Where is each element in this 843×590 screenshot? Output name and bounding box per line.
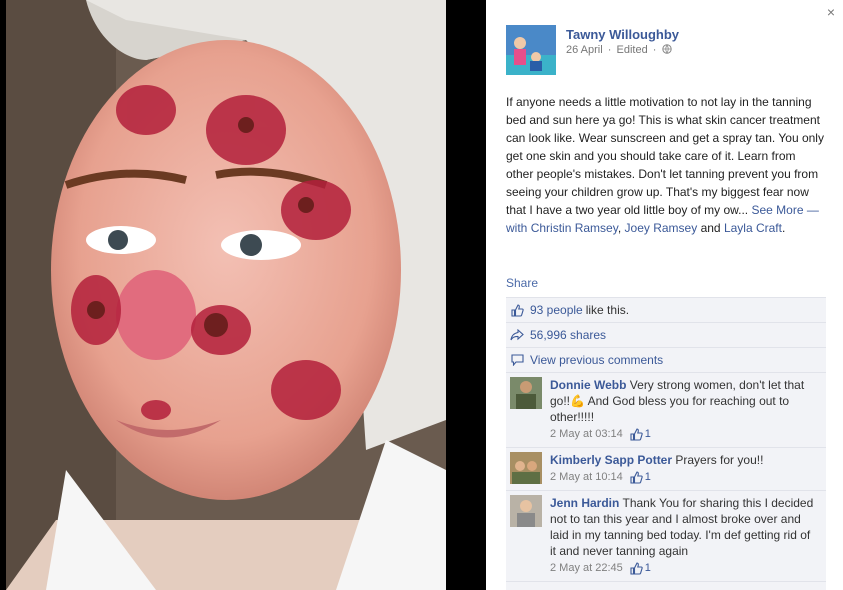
post-date[interactable]: 26 April <box>566 44 603 56</box>
likes-count[interactable]: 93 people <box>530 303 583 317</box>
post-header: Tawny Willoughby 26 April · Edited · <box>506 25 826 75</box>
comment-item: Kimberly Sapp Potter Prayers for you!! 2… <box>506 447 826 490</box>
feedback-section: 93 people like this. 56,996 shares View … <box>506 297 826 590</box>
comment-like-count: 1 <box>644 562 651 574</box>
comment-time[interactable]: 2 May at 22:45 <box>550 560 623 576</box>
thumbs-up-icon <box>630 470 643 484</box>
share-icon <box>510 328 524 342</box>
thumbs-up-icon <box>510 303 524 317</box>
shares-count[interactable]: 56,996 shares <box>530 328 606 342</box>
commenter-name[interactable]: Jenn Hardin <box>550 496 619 510</box>
view-comments-row[interactable]: View previous comments <box>506 347 826 372</box>
view-previous-comments[interactable]: View previous comments <box>530 353 663 367</box>
commenter-name[interactable]: Donnie Webb <box>550 378 626 392</box>
author-avatar[interactable] <box>506 25 556 75</box>
photo-viewer <box>0 0 486 590</box>
likes-suffix: like this. <box>585 303 630 317</box>
comment-like[interactable]: 1 <box>630 560 651 576</box>
comment-like-count: 1 <box>644 471 651 483</box>
share-link[interactable]: Share <box>506 276 538 290</box>
author-name[interactable]: Tawny Willoughby <box>566 27 679 42</box>
meta-sep: · <box>652 44 657 56</box>
tag-and: and <box>700 221 721 235</box>
shares-row[interactable]: 56,996 shares <box>506 322 826 347</box>
comment-icon <box>510 353 524 367</box>
comment-time[interactable]: 2 May at 03:14 <box>550 426 623 442</box>
comment-like-count: 1 <box>644 428 651 440</box>
commenter-avatar[interactable] <box>510 452 542 484</box>
comment-text: Prayers for you!! <box>675 453 764 467</box>
tagged-person[interactable]: Christin Ramsey <box>531 221 618 235</box>
post-photo[interactable] <box>6 0 446 590</box>
commenter-name[interactable]: Kimberly Sapp Potter <box>550 453 672 467</box>
post-meta: 26 April · Edited · <box>566 44 672 56</box>
tagged-person[interactable]: Layla Craft <box>724 221 782 235</box>
post-panel: × Tawny Willoughby 26 April · Edited · I… <box>486 0 843 590</box>
post-body: If anyone needs a little motivation to n… <box>506 95 824 217</box>
commenter-avatar[interactable] <box>510 377 542 409</box>
comment-item-partial <box>506 581 826 590</box>
tagged-person[interactable]: Joey Ramsey <box>625 221 698 235</box>
comment-item: Jenn Hardin Thank You for sharing this I… <box>506 490 826 581</box>
comment-time[interactable]: 2 May at 10:14 <box>550 469 623 485</box>
post-text: If anyone needs a little motivation to n… <box>506 93 826 237</box>
likes-row[interactable]: 93 people like this. <box>506 297 826 322</box>
comment-like[interactable]: 1 <box>630 469 651 485</box>
edited-label[interactable]: Edited <box>617 44 648 56</box>
thumbs-up-icon <box>630 561 643 575</box>
close-icon[interactable]: × <box>825 5 837 19</box>
see-more-link[interactable]: See More <box>751 203 803 217</box>
comment-item: Donnie Webb Very strong women, don't let… <box>506 372 826 447</box>
meta-sep: · <box>607 44 612 56</box>
globe-icon[interactable] <box>661 44 672 54</box>
comment-like[interactable]: 1 <box>630 426 651 442</box>
thumbs-up-icon <box>630 427 643 441</box>
tag-end: . <box>781 221 786 235</box>
tag-separator: , <box>617 221 622 235</box>
photo-image <box>6 0 446 590</box>
commenter-avatar[interactable] <box>510 495 542 527</box>
